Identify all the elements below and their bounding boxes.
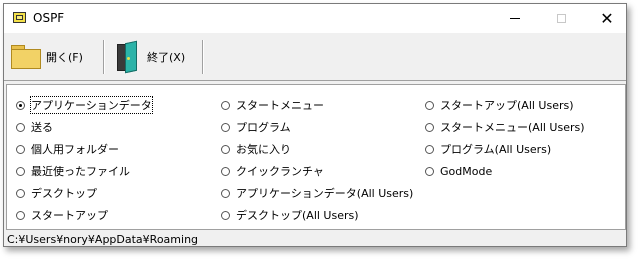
radio-button[interactable] [16,122,25,132]
minimize-icon [510,18,520,19]
radio-label: スタートメニュー(All Users) [440,121,585,134]
exit-button-label: 終了(X) [147,50,186,64]
radio-button[interactable] [16,100,25,110]
radio-option[interactable]: スタートメニュー [221,97,324,113]
radio-option[interactable]: デスクトップ(All Users) [221,207,359,223]
radio-button[interactable] [425,144,434,154]
radio-option[interactable]: お気に入り [221,141,291,157]
radio-option[interactable]: アプリケーションデータ(All Users) [221,185,413,201]
maximize-button[interactable] [538,4,584,33]
radio-button[interactable] [221,188,230,198]
radio-label: プログラム(All Users) [440,143,552,156]
radio-label: デスクトップ [31,187,97,200]
radio-option[interactable]: 最近使ったファイル [16,163,130,179]
app-icon [13,12,26,23]
radio-label: 最近使ったファイル [31,165,130,178]
radio-label: スタートアップ(All Users) [440,99,574,112]
folder-icon [10,44,42,70]
radio-option[interactable]: スタートメニュー(All Users) [425,119,585,135]
exit-door-icon [113,40,143,73]
close-button[interactable]: ✕ [584,4,626,33]
radio-option[interactable]: 個人用フォルダー [16,141,119,157]
radio-label: スタートアップ [31,209,108,222]
radio-label: プログラム [236,121,291,134]
radio-label: お気に入り [236,143,291,156]
radio-option[interactable]: クイックランチャ [221,163,324,179]
radio-button[interactable] [221,100,230,110]
window-title: OSPF [33,11,65,25]
radio-label: GodMode [440,164,493,178]
radio-button[interactable] [221,210,230,220]
radio-label: デスクトップ(All Users) [236,209,359,222]
folder-options-panel: アプリケーションデータ 送る 個人用フォルダー 最近使ったファイル デスクトップ… [6,84,626,230]
exit-button[interactable]: 終了(X) [113,38,203,75]
app-window: OSPF ✕ 開く(F) 終了(X) アプリケーションデータ 送る 個人用フォル… [3,3,627,247]
status-path: C:¥Users¥nory¥AppData¥Roaming [7,233,199,246]
radio-option[interactable]: デスクトップ [16,185,97,201]
radio-label: アプリケーションデータ [30,96,153,114]
radio-button[interactable] [16,188,25,198]
radio-option[interactable]: アプリケーションデータ [16,96,153,114]
radio-option[interactable]: GodMode [425,163,492,179]
radio-option[interactable]: スタートアップ(All Users) [425,97,574,113]
radio-label: 個人用フォルダー [31,143,119,156]
radio-label: クイックランチャ [236,165,324,178]
status-bar: C:¥Users¥nory¥AppData¥Roaming [4,231,626,246]
radio-option[interactable]: プログラム [221,119,291,135]
radio-button[interactable] [221,144,230,154]
radio-button[interactable] [16,144,25,154]
radio-button[interactable] [425,122,434,132]
radio-button[interactable] [425,100,434,110]
radio-button[interactable] [221,166,230,176]
toolbar-separator [103,40,105,74]
radio-label: アプリケーションデータ(All Users) [236,187,414,200]
radio-option[interactable]: 送る [16,119,53,135]
maximize-icon [556,14,566,23]
close-icon: ✕ [600,8,614,28]
radio-button[interactable] [16,166,25,176]
radio-label: スタートメニュー [236,99,324,112]
open-button-label: 開く(F) [46,50,83,64]
radio-option[interactable]: プログラム(All Users) [425,141,551,157]
radio-button[interactable] [221,122,230,132]
title-bar: OSPF ✕ [4,4,626,33]
open-button[interactable]: 開く(F) [10,38,98,75]
radio-option[interactable]: スタートアップ [16,207,108,223]
toolbar: 開く(F) 終了(X) [4,34,626,81]
radio-button[interactable] [16,210,25,220]
radio-label: 送る [31,121,53,134]
radio-button[interactable] [425,166,434,176]
minimize-button[interactable] [492,4,538,33]
toolbar-separator [202,40,204,74]
